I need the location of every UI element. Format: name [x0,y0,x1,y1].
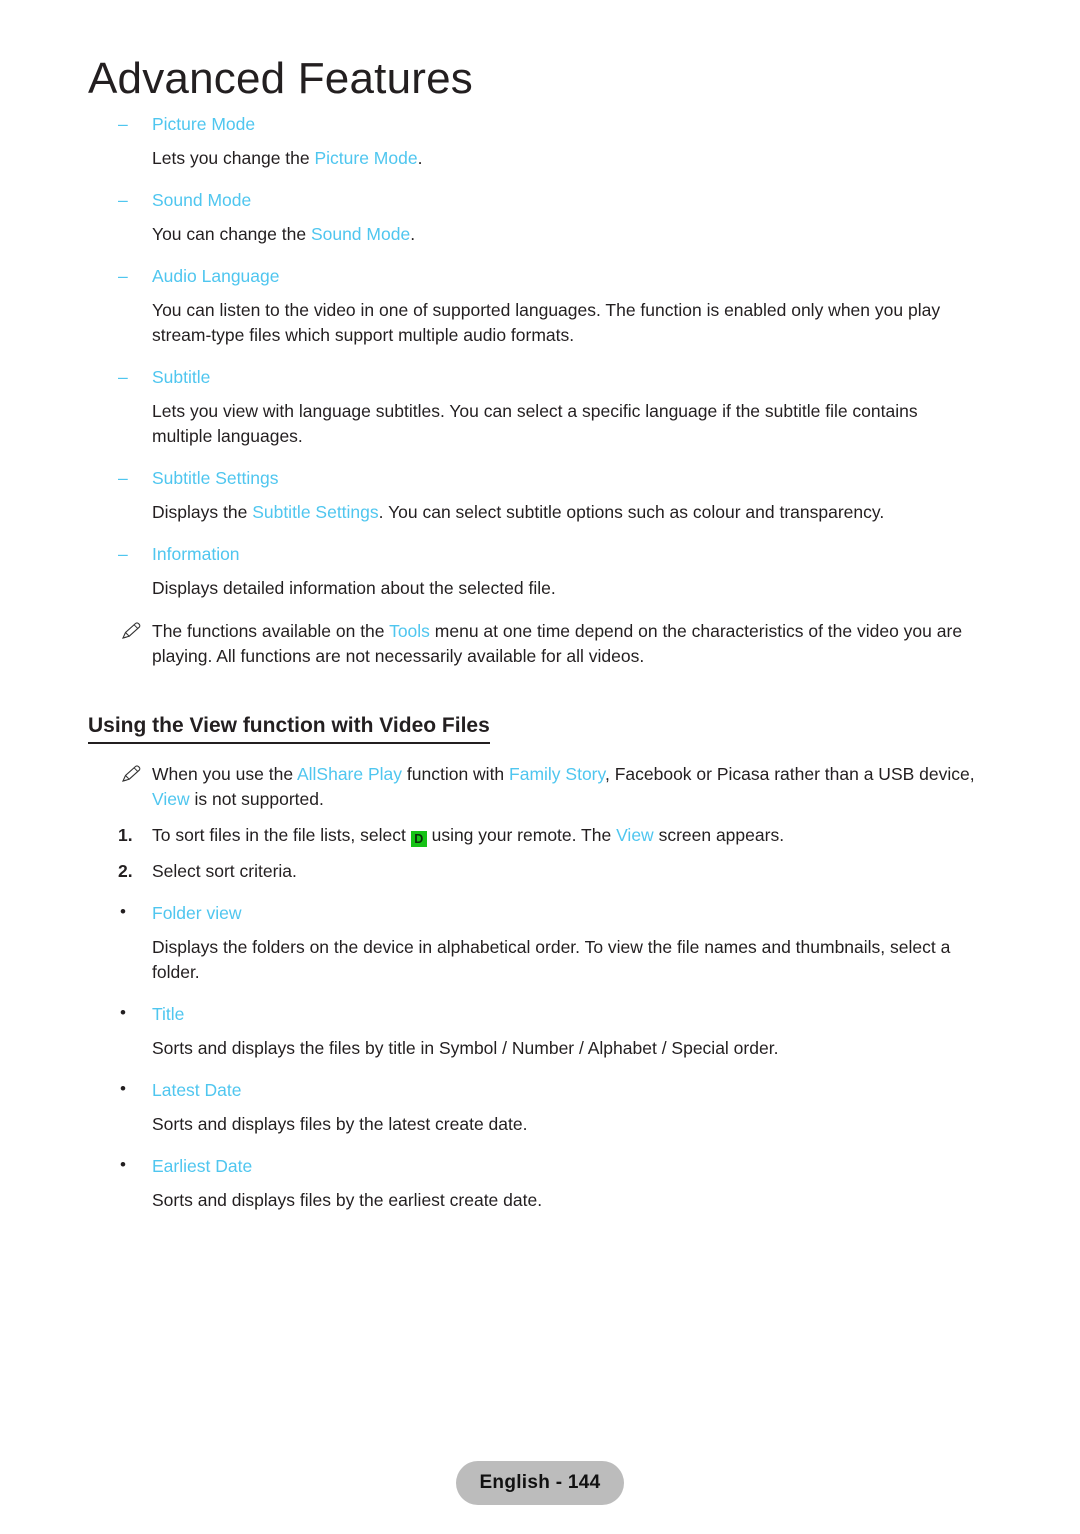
page-content: – Picture Mode Lets you change the Pictu… [0,113,1080,1213]
inline-link-tools: Tools [389,621,430,641]
list-item-subtitle: – Subtitle [118,366,1080,388]
description-folder-view: Displays the folders on the device in al… [152,937,951,982]
text-segment: function with [402,764,510,784]
text-segment: , Facebook or Picasa rather than a USB d… [604,764,975,784]
step-1: 1. To sort files in the file lists, sele… [118,823,975,848]
list-item-label: Picture Mode [152,114,256,134]
text-segment: using your remote. The [426,825,617,845]
text-segment: screen appears. [653,825,785,845]
text-segment: Lets you change the [152,148,315,168]
section-heading-wrap: Using the View function with Video Files [0,713,1080,744]
text-segment: is not supported. [189,789,324,809]
inline-link-subtitle-settings: Subtitle Settings [252,502,379,522]
list-item-label: Audio Language [152,266,280,286]
description-sound-mode: You can change the Sound Mode. [152,222,975,247]
inline-link-view: View [152,789,190,809]
description-earliest-date: Sorts and displays files by the earliest… [152,1190,543,1210]
list-item-label: Information [152,544,240,564]
dash-bullet-icon: – [118,367,128,387]
description-information: Displays detailed information about the … [152,578,556,598]
list-item-sound-mode: – Sound Mode [118,189,1080,211]
dash-bullet-icon: – [118,544,128,564]
list-item-folder-view: • Folder view [118,902,1080,924]
list-item-label: Earliest Date [152,1156,253,1176]
description-subtitle: Lets you view with language subtitles. Y… [152,401,918,446]
round-bullet-icon: • [120,1003,126,1022]
list-item-earliest-date: • Earliest Date [118,1155,1080,1177]
list-item-audio-language: – Audio Language [118,265,1080,287]
pencil-note-icon [120,621,142,641]
text-segment: To sort files in the file lists, select [152,825,411,845]
round-bullet-icon: • [120,1079,126,1098]
round-bullet-icon: • [120,902,126,921]
note-allshare: When you use the AllShare Play function … [120,762,975,812]
text-segment: When you use the [152,764,297,784]
text-segment: . [410,224,416,244]
dash-bullet-icon: – [118,266,128,286]
page-footer: English - 144 [0,1461,1080,1505]
remote-key-d-icon[interactable]: D [410,831,427,847]
step-2: 2. Select sort criteria. [118,859,975,884]
manual-page: Advanced Features – Picture Mode Lets yo… [0,0,1080,1534]
step-number: 2. [118,861,133,881]
text-segment: You can change the [152,224,311,244]
text-segment: The functions available on the [152,621,390,641]
list-item-label: Title [152,1004,185,1024]
text-segment: Displays the [152,502,253,522]
pencil-note-icon [120,764,142,784]
description-audio-language: You can listen to the video in one of su… [152,300,941,345]
list-item-label: Sound Mode [152,190,252,210]
footer-page-badge: English - 144 [456,1461,624,1505]
inline-link-picture-mode: Picture Mode [314,148,418,168]
list-item-title: • Title [118,1003,1080,1025]
page-title: Advanced Features [88,54,473,103]
list-item-label: Folder view [152,903,242,923]
description-title: Sorts and displays the files by title in… [152,1038,779,1058]
inline-link-family-story: Family Story [509,764,605,784]
step-number: 1. [118,825,133,845]
description-picture-mode: Lets you change the Picture Mode. [152,146,975,171]
list-item-label: Subtitle [152,367,211,387]
dash-bullet-icon: – [118,190,128,210]
description-latest-date: Sorts and displays files by the latest c… [152,1114,528,1134]
round-bullet-icon: • [120,1155,126,1174]
text-segment: Select sort criteria. [152,861,297,881]
list-item-latest-date: • Latest Date [118,1079,1080,1101]
inline-link-view: View [616,825,654,845]
text-segment: . You can select subtitle options such a… [378,502,885,522]
list-item-subtitle-settings: – Subtitle Settings [118,467,1080,489]
dash-bullet-icon: – [118,114,128,134]
text-segment: . [417,148,423,168]
list-item-information: – Information [118,543,1080,565]
section-heading: Using the View function with Video Files [88,713,490,744]
inline-link-allshare-play: AllShare Play [296,764,403,784]
list-item-label: Latest Date [152,1080,242,1100]
list-item-picture-mode: – Picture Mode [118,113,1080,135]
inline-link-sound-mode: Sound Mode [310,224,411,244]
list-item-label: Subtitle Settings [152,468,279,488]
dash-bullet-icon: – [118,468,128,488]
description-subtitle-settings: Displays the Subtitle Settings. You can … [152,500,975,525]
note-tools: The functions available on the Tools men… [120,619,975,669]
